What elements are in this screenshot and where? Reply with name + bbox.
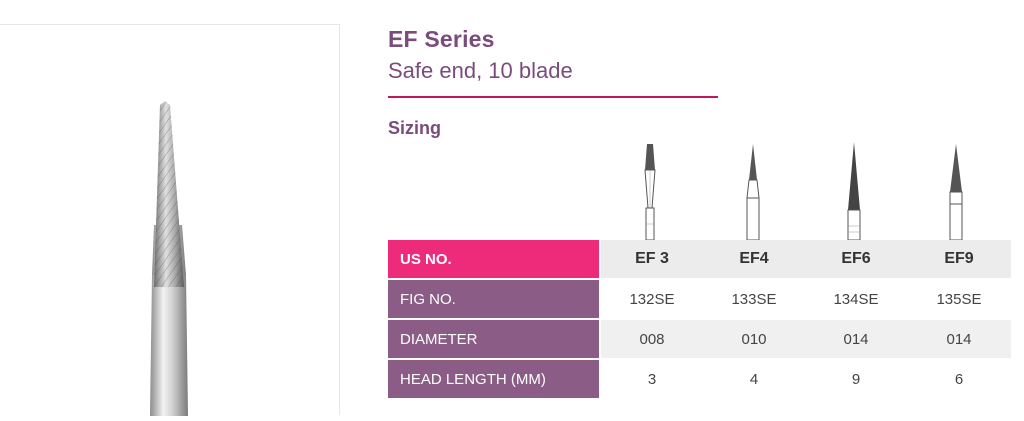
series-subtitle: Safe end, 10 blade <box>388 58 573 83</box>
bur-illustration-ef6 <box>847 142 861 240</box>
table-cell: 4 <box>703 359 805 400</box>
table-cell: EF4 <box>703 240 805 280</box>
sizing-heading: Sizing <box>388 118 441 138</box>
series-title: EF Series <box>388 26 495 52</box>
row-label: DIAMETER <box>388 319 601 360</box>
title-divider <box>388 96 718 98</box>
table-cell: EF9 <box>907 240 1011 280</box>
table-cell: 9 <box>805 359 907 400</box>
sizing-table: US NO. EF 3 EF4 EF6 EF9 FIG NO. 132SE 13… <box>388 240 1011 400</box>
bur-illustration-ef3 <box>644 144 656 240</box>
row-label: US NO. <box>388 240 601 280</box>
table-cell: 3 <box>600 359 703 400</box>
product-image-panel <box>0 24 340 416</box>
table-cell: 008 <box>600 319 703 360</box>
row-label: FIG NO. <box>388 279 601 320</box>
bur-illustration-ef4 <box>746 144 760 240</box>
table-cell: 132SE <box>600 279 703 320</box>
table-cell: 135SE <box>907 279 1011 320</box>
table-cell: EF6 <box>805 240 907 280</box>
table-row-head-length: HEAD LENGTH (MM) 3 4 9 6 <box>388 359 1011 400</box>
table-cell: 014 <box>907 319 1011 360</box>
row-label: HEAD LENGTH (MM) <box>388 359 601 400</box>
table-cell: EF 3 <box>600 240 703 280</box>
bur-illustration-ef9 <box>949 144 963 240</box>
table-row-diameter: DIAMETER 008 010 014 014 <box>388 319 1011 360</box>
bur-product-image <box>150 101 188 416</box>
table-cell: 133SE <box>703 279 805 320</box>
table-cell: 010 <box>703 319 805 360</box>
table-cell: 014 <box>805 319 907 360</box>
table-cell: 6 <box>907 359 1011 400</box>
table-row-us-no: US NO. EF 3 EF4 EF6 EF9 <box>388 240 1011 280</box>
table-cell: 134SE <box>805 279 907 320</box>
table-row-fig-no: FIG NO. 132SE 133SE 134SE 135SE <box>388 279 1011 320</box>
